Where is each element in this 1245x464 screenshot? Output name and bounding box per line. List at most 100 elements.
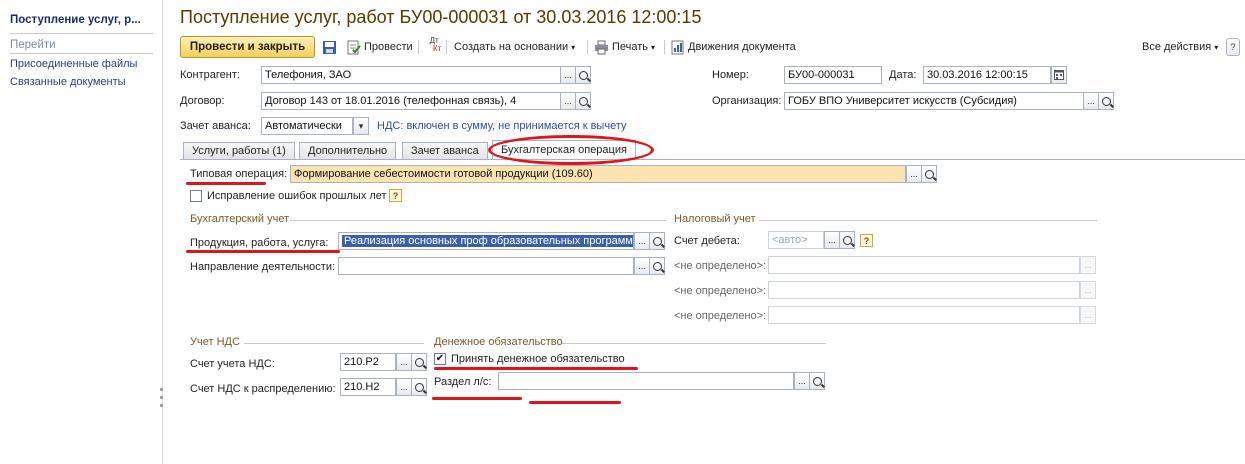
contract-field[interactable]: Договор 143 от 18.01.2016 (телефонная св… xyxy=(261,92,561,110)
tax-group-title: Налоговый учет xyxy=(674,213,756,225)
search-icon xyxy=(578,96,588,106)
help-button[interactable]: ? xyxy=(1226,38,1240,56)
advance-offset-dropdown-button[interactable]: ▾ xyxy=(353,117,369,135)
vat-distribution-field[interactable]: 210.Н2 xyxy=(340,378,396,396)
contract-open-button[interactable] xyxy=(575,92,591,110)
vat-distribution-select-button[interactable]: ... xyxy=(396,378,412,396)
resize-grip-icon[interactable] xyxy=(160,404,163,407)
tab-advance-offset[interactable]: Зачет аванса xyxy=(402,142,488,160)
sidebar-goto-label: Перейти xyxy=(10,39,56,51)
activity-direction-open-button[interactable] xyxy=(649,257,665,275)
date-label: Дата: xyxy=(889,69,917,81)
debit-account-label: Счет дебета: xyxy=(674,235,740,247)
search-icon xyxy=(414,357,424,367)
all-actions-button[interactable]: Все действия ▾ xyxy=(1142,36,1218,58)
tab-bar: Услуги, работы (1) Дополнительно Зачет а… xyxy=(180,140,1245,160)
organization-field[interactable]: ГОБУ ВПО Университет искусств (Субсидия) xyxy=(784,92,1084,110)
resize-grip-icon[interactable] xyxy=(160,388,163,391)
sidebar-link-attached-files[interactable]: Присоединенные файлы xyxy=(10,58,137,70)
contractor-field[interactable]: Телефония, ЗАО xyxy=(261,66,561,84)
dt-kt-button[interactable]: Дт Кт xyxy=(427,36,442,58)
search-icon xyxy=(414,382,424,392)
vat-mode-link[interactable]: НДС: включен в сумму, не принимается к в… xyxy=(377,120,626,132)
create-based-on-button[interactable]: Создать на основании ▾ xyxy=(454,36,575,58)
number-field[interactable]: БУ00-000031 xyxy=(784,66,882,84)
activity-direction-select-button[interactable]: ... xyxy=(634,257,650,275)
organization-open-button[interactable] xyxy=(1098,92,1114,110)
product-open-button[interactable] xyxy=(649,232,665,250)
divider xyxy=(562,343,826,344)
typical-operation-field[interactable]: Формирование себестоимости готовой проду… xyxy=(290,165,906,183)
undefined-select-button-2[interactable]: ... xyxy=(1080,281,1096,299)
divider xyxy=(10,33,153,34)
vat-account-open-button[interactable] xyxy=(411,353,427,371)
page-title: Поступление услуг, работ БУ00-000031 от … xyxy=(180,7,702,27)
date-picker-button[interactable] xyxy=(1051,66,1067,84)
vat-account-select-button[interactable]: ... xyxy=(396,353,412,371)
ls-section-open-button[interactable] xyxy=(809,372,825,390)
date-field[interactable]: 30.03.2016 12:00:15 xyxy=(923,66,1051,84)
contractor-select-button[interactable]: ... xyxy=(560,66,576,84)
create-based-on-label: Создать на основании xyxy=(454,41,569,53)
debit-account-help-icon[interactable]: ? xyxy=(860,234,873,247)
sidebar-link-related-documents[interactable]: Связанные документы xyxy=(10,76,126,88)
post-button[interactable]: Провести xyxy=(346,36,413,58)
search-icon xyxy=(924,169,934,179)
vat-distribution-open-button[interactable] xyxy=(411,378,427,396)
contract-select-button[interactable]: ... xyxy=(560,92,576,110)
undefined-label-2: <не определено>: xyxy=(674,285,767,297)
post-and-close-button[interactable]: Провести и закрыть xyxy=(180,36,315,58)
divider xyxy=(290,220,666,221)
sidebar-title[interactable]: Поступление услуг, р... xyxy=(10,14,141,26)
fix-errors-checkbox[interactable] xyxy=(190,190,202,202)
vat-account-field[interactable]: 210.Р2 xyxy=(340,353,396,371)
undefined-field-1[interactable] xyxy=(768,256,1080,274)
product-field[interactable]: Реализация основных проф образовательных… xyxy=(338,232,634,250)
divider xyxy=(10,53,153,54)
debit-account-select-button[interactable]: ... xyxy=(824,231,840,249)
activity-direction-field[interactable] xyxy=(338,257,634,275)
divider xyxy=(759,220,1097,221)
advance-offset-label: Зачет аванса: xyxy=(180,120,251,132)
typical-operation-open-button[interactable] xyxy=(921,165,937,183)
fix-errors-help-icon[interactable]: ? xyxy=(389,189,402,202)
save-button[interactable] xyxy=(322,36,337,58)
ls-section-select-button[interactable]: ... xyxy=(794,372,810,390)
post-button-label: Провести xyxy=(364,41,413,53)
annotation-underline xyxy=(432,397,522,400)
dropdown-arrow-icon: ▾ xyxy=(571,42,576,52)
tab-additional[interactable]: Дополнительно xyxy=(299,142,397,160)
ls-section-field[interactable] xyxy=(498,372,794,390)
undefined-field-3[interactable] xyxy=(768,306,1080,324)
undefined-select-button-1[interactable]: ... xyxy=(1080,256,1096,274)
product-select-button[interactable]: ... xyxy=(634,232,650,250)
print-button[interactable]: Печать ▾ xyxy=(594,36,655,58)
product-value: Реализация основных проф образовательных… xyxy=(342,235,633,247)
undefined-field-2[interactable] xyxy=(768,281,1080,299)
advance-offset-select[interactable]: Автоматически xyxy=(261,117,353,135)
contractor-open-button[interactable] xyxy=(575,66,591,84)
accept-obligation-label: Принять денежное обязательство xyxy=(451,353,625,365)
document-movements-button[interactable]: Движения документа xyxy=(670,36,796,58)
annotation-underline xyxy=(186,250,340,253)
search-icon xyxy=(812,376,822,386)
search-icon xyxy=(1101,96,1111,106)
search-icon xyxy=(652,261,662,271)
annotation-underline xyxy=(434,367,638,370)
accept-obligation-checkbox[interactable]: ✔ xyxy=(434,353,446,365)
annotation-underline xyxy=(186,182,266,185)
document-movements-label: Движения документа xyxy=(688,41,796,53)
annotation-underline xyxy=(529,401,621,404)
resize-grip-icon[interactable] xyxy=(160,396,163,399)
divider xyxy=(244,343,424,344)
vat-group-title: Учет НДС xyxy=(190,336,240,348)
post-document-icon xyxy=(346,40,361,55)
organization-select-button[interactable]: ... xyxy=(1083,92,1099,110)
tab-services[interactable]: Услуги, работы (1) xyxy=(183,142,295,160)
debit-account-open-button[interactable] xyxy=(839,231,855,249)
debit-account-field[interactable]: <авто> xyxy=(768,231,824,249)
typical-operation-select-button[interactable]: ... xyxy=(906,165,922,183)
fix-errors-label: Исправление ошибок прошлых лет xyxy=(207,190,387,202)
undefined-select-button-3[interactable]: ... xyxy=(1080,306,1096,324)
all-actions-label: Все действия xyxy=(1142,41,1212,53)
